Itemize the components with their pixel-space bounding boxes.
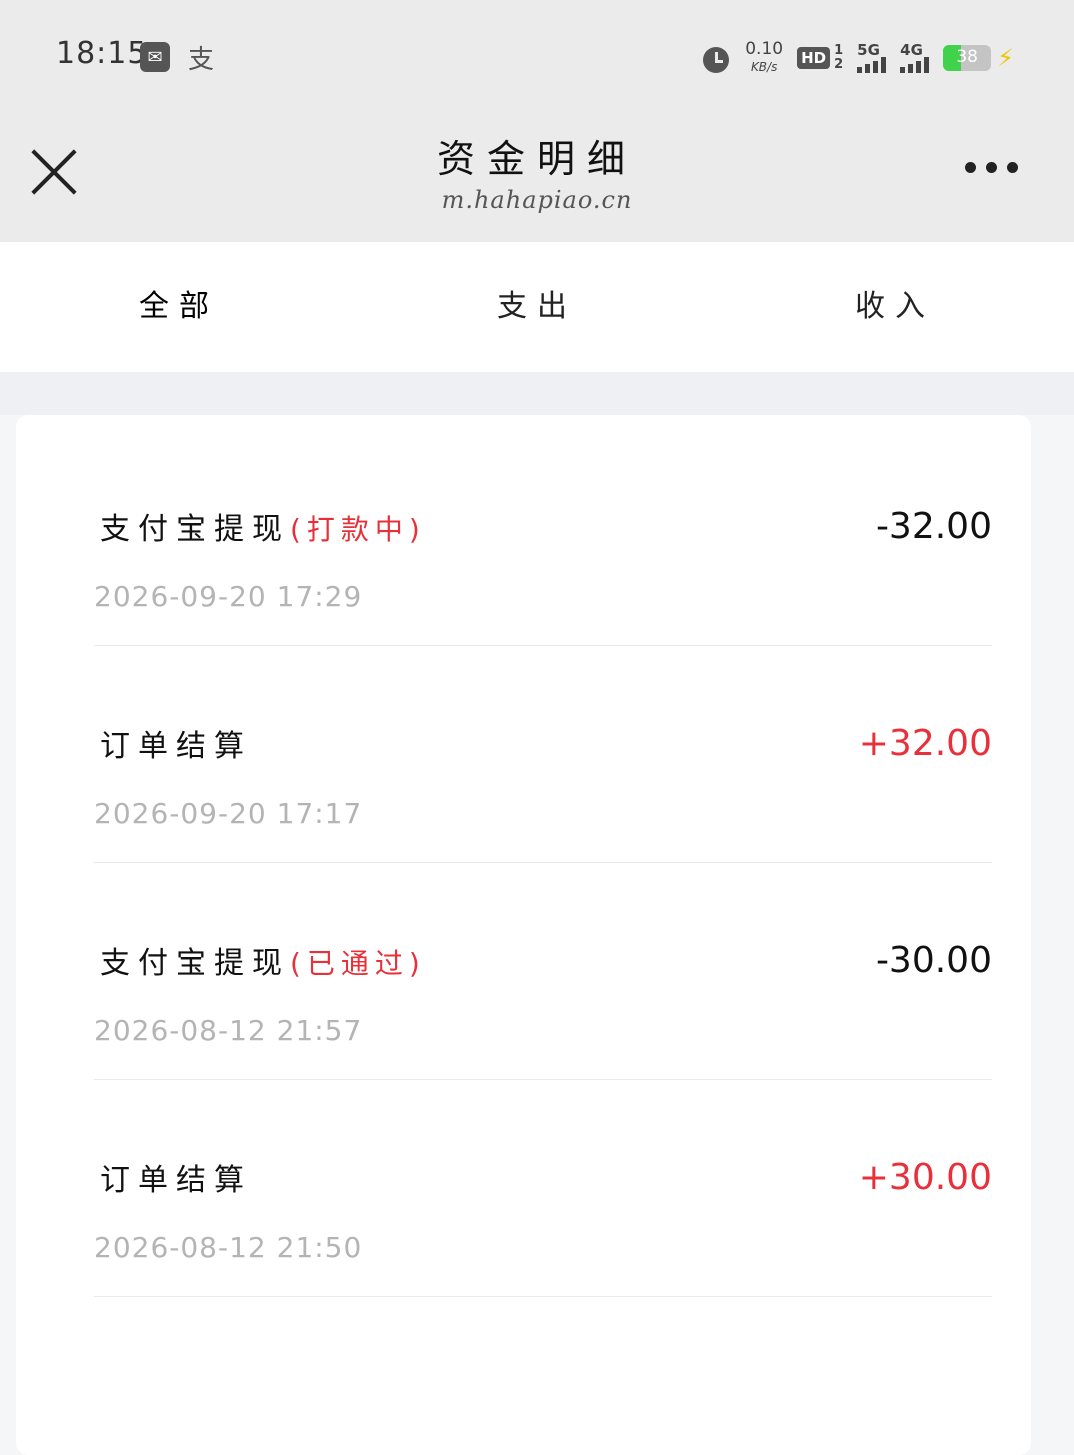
record-type: 订单结算	[100, 729, 252, 764]
hd-icon: HD	[797, 47, 831, 69]
record-amount: -30.00	[875, 940, 992, 981]
nav-bar: 资金明细 m.hahapiao.cn	[0, 110, 1074, 242]
list-item[interactable]: 支付宝提现(打款中) 2026-09-20 17:29 -32.00	[94, 428, 992, 646]
net-speed-value: 0.10	[745, 39, 784, 59]
section-gap	[0, 372, 1074, 415]
records-card: 支付宝提现(打款中) 2026-09-20 17:29 -32.00 订单结算 …	[16, 415, 1031, 1455]
record-type: 支付宝提现	[100, 946, 290, 981]
page-title: 资金明细	[436, 137, 637, 181]
network-2-label: 4G	[900, 41, 923, 59]
record-type: 订单结算	[100, 1163, 252, 1198]
record-title: 支付宝提现(打款中)	[100, 504, 426, 548]
list-item[interactable]: 支付宝提现(已通过) 2026-08-12 21:57 -30.00	[94, 862, 992, 1080]
record-amount: +30.00	[858, 1157, 992, 1198]
net-speed: 0.10 KB/s	[745, 40, 783, 76]
top-bar: 18:15 ✉ 支 0.10 KB/s HD 1 2 5G 4G 38 ⚡ 资金…	[0, 0, 1074, 242]
tab-all[interactable]: 全部	[0, 242, 358, 372]
record-time: 2026-08-12 21:50	[94, 1231, 363, 1264]
alipay-icon: 支	[187, 44, 214, 75]
record-title: 订单结算	[100, 721, 252, 765]
net-speed-unit: KB/s	[750, 60, 778, 74]
status-indicators: 0.10 KB/s HD 1 2 5G 4G 38 ⚡	[701, 38, 1014, 78]
status-bar: 18:15 ✉ 支 0.10 KB/s HD 1 2 5G 4G 38 ⚡	[0, 0, 1074, 110]
record-amount: -32.00	[875, 506, 992, 547]
charging-icon: ⚡	[997, 44, 1014, 72]
signal-5g-icon: 5G	[857, 41, 887, 73]
page-subtitle: m.hahapiao.cn	[441, 186, 633, 214]
record-title: 订单结算	[100, 1155, 252, 1199]
record-time: 2026-09-20 17:29	[94, 580, 363, 613]
list-item[interactable]: 订单结算 2026-09-20 17:17 +32.00	[94, 645, 992, 863]
record-status: (已通过)	[290, 947, 426, 980]
record-status: (打款中)	[290, 513, 426, 546]
list-item[interactable]: 订单结算 2026-08-12 21:50 +30.00	[94, 1079, 992, 1297]
battery-level: 38	[956, 47, 978, 67]
record-type: 支付宝提现	[100, 512, 290, 547]
network-1-label: 5G	[857, 41, 880, 59]
record-amount: +32.00	[858, 723, 992, 764]
tab-income[interactable]: 收入	[716, 242, 1074, 372]
sim-numbers: 1 2	[834, 44, 843, 72]
sim-1-label: 1	[834, 43, 844, 58]
tab-expense[interactable]: 支出	[358, 242, 716, 372]
battery-icon: 38	[943, 45, 992, 71]
record-title: 支付宝提现(已通过)	[100, 938, 426, 982]
record-time: 2026-09-20 17:17	[94, 797, 363, 830]
sim-2-label: 2	[834, 57, 844, 72]
status-time: 18:15	[56, 36, 148, 71]
alarm-icon	[701, 43, 731, 73]
filter-tabs: 全部 支出 收入	[0, 242, 1074, 372]
signal-4g-icon: 4G	[900, 41, 930, 73]
more-icon[interactable]	[965, 162, 1018, 173]
wechat-icon: ✉	[140, 42, 170, 72]
record-time: 2026-08-12 21:57	[94, 1014, 363, 1047]
